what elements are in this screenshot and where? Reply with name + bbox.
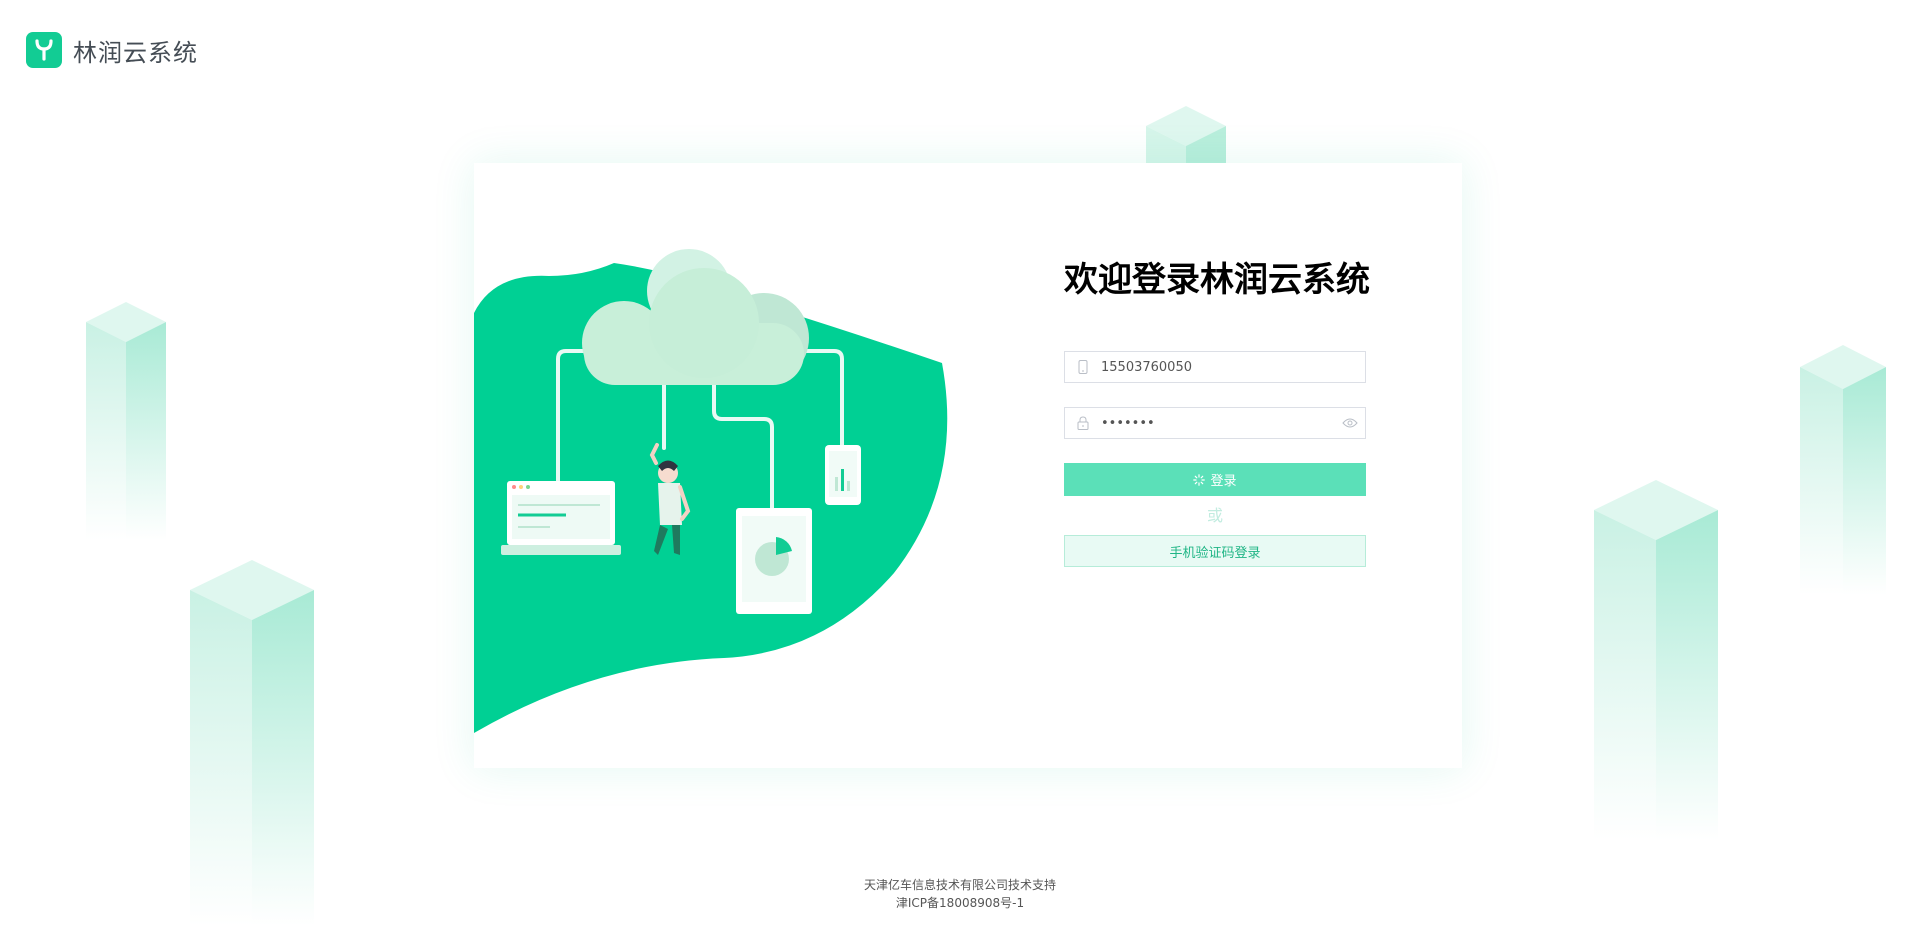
phone-field[interactable] bbox=[1064, 351, 1366, 383]
footer-support-text: 天津亿车信息技术有限公司技术支持 bbox=[863, 878, 1056, 892]
login-card: 欢迎登录林润云系统 15503760050 ••••••• 登录 或 手机验证码… bbox=[474, 163, 1462, 768]
decorative-cube-top-center bbox=[1146, 106, 1226, 166]
laptop-icon bbox=[501, 481, 621, 555]
footer: 天津亿车信息技术有限公司技术支持 津ICP备18008908号-1 bbox=[0, 876, 1920, 912]
tablet-icon bbox=[736, 508, 812, 614]
eye-icon[interactable] bbox=[1335, 418, 1365, 428]
password-input[interactable] bbox=[1101, 409, 1335, 437]
decorative-cube-right-bottom bbox=[1594, 480, 1718, 840]
lock-icon bbox=[1065, 416, 1101, 430]
footer-icp-link[interactable]: 津ICP备18008908号-1 bbox=[0, 894, 1920, 912]
phone-input[interactable] bbox=[1101, 353, 1365, 381]
sms-login-button-label: 手机验证码登录 bbox=[1169, 545, 1261, 561]
loading-spinner-icon bbox=[1193, 473, 1206, 486]
sms-login-button[interactable]: 手机验证码登录 bbox=[1064, 535, 1366, 567]
password-field[interactable] bbox=[1064, 407, 1366, 439]
login-button[interactable]: 登录 bbox=[1064, 463, 1366, 496]
decorative-cube-left-top bbox=[86, 302, 166, 540]
brand-name: 林润云系统 bbox=[73, 38, 198, 67]
login-title: 欢迎登录林润云系统 bbox=[1064, 260, 1370, 300]
login-page: 林润云系统 欢迎登录林润云系统 15503760050 ••••••• 登录 或… bbox=[0, 0, 1920, 926]
brand-logo-icon bbox=[26, 32, 62, 68]
decorative-cube-right-top bbox=[1800, 345, 1886, 595]
phone-icon bbox=[1065, 360, 1101, 374]
login-form: 欢迎登录林润云系统 15503760050 ••••••• 登录 或 手机验证码… bbox=[1064, 258, 1370, 567]
brand: 林润云系统 bbox=[26, 32, 198, 68]
login-button-label: 登录 bbox=[1210, 474, 1237, 489]
or-divider-text: 或 bbox=[1206, 506, 1223, 525]
cloud-network-illustration bbox=[474, 249, 948, 733]
decorative-cube-left-bottom bbox=[190, 560, 314, 926]
mobile-icon bbox=[825, 445, 861, 505]
